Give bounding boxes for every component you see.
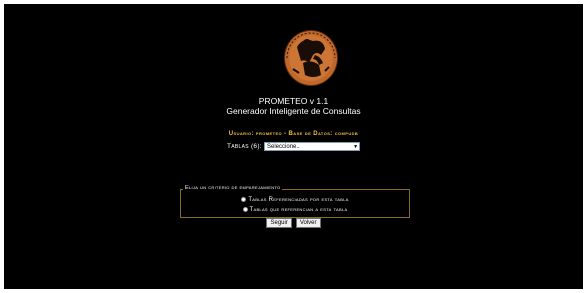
referencing-radio[interactable] bbox=[242, 207, 248, 212]
app-title: PROMETEO v 1.1 bbox=[258, 96, 329, 106]
app-frame: PROMETEO v 1.1 Generador Inteligente de … bbox=[4, 4, 583, 289]
app-subtitle: Generador Inteligente de Consultas bbox=[226, 106, 361, 116]
criteria-fieldset: Elija un criterio de emparejamiento Tabl… bbox=[180, 185, 410, 218]
next-button[interactable]: Seguir bbox=[266, 218, 292, 228]
referenced-radio-label: Tablas Referenciadas por esta tabla bbox=[248, 197, 349, 204]
back-button[interactable]: Volver bbox=[295, 218, 321, 228]
chevron-down-icon: ▼ bbox=[353, 144, 359, 150]
action-buttons: Seguir Volver bbox=[4, 218, 583, 228]
tables-label: Tablas (6): bbox=[226, 143, 262, 150]
tables-row: Tablas (6): Seleccione.. ▼ bbox=[4, 142, 583, 151]
referencing-radio-label: Tablas que referencian a esta tabla bbox=[249, 207, 348, 214]
tables-select-value: Seleccione.. bbox=[267, 144, 300, 150]
criteria-option-referenced: Tablas Referenciadas por esta tabla bbox=[181, 197, 409, 203]
referenced-radio[interactable] bbox=[241, 197, 247, 202]
criteria-legend: Elija un criterio de emparejamiento bbox=[183, 185, 283, 191]
prometeo-logo bbox=[284, 30, 338, 86]
criteria-option-referencing: Tablas que referencian a esta tabla bbox=[181, 207, 409, 213]
tables-select[interactable]: Seleccione.. ▼ bbox=[264, 142, 361, 151]
session-info: Usuario: prometeo - Base de Datos: compu… bbox=[228, 131, 359, 137]
